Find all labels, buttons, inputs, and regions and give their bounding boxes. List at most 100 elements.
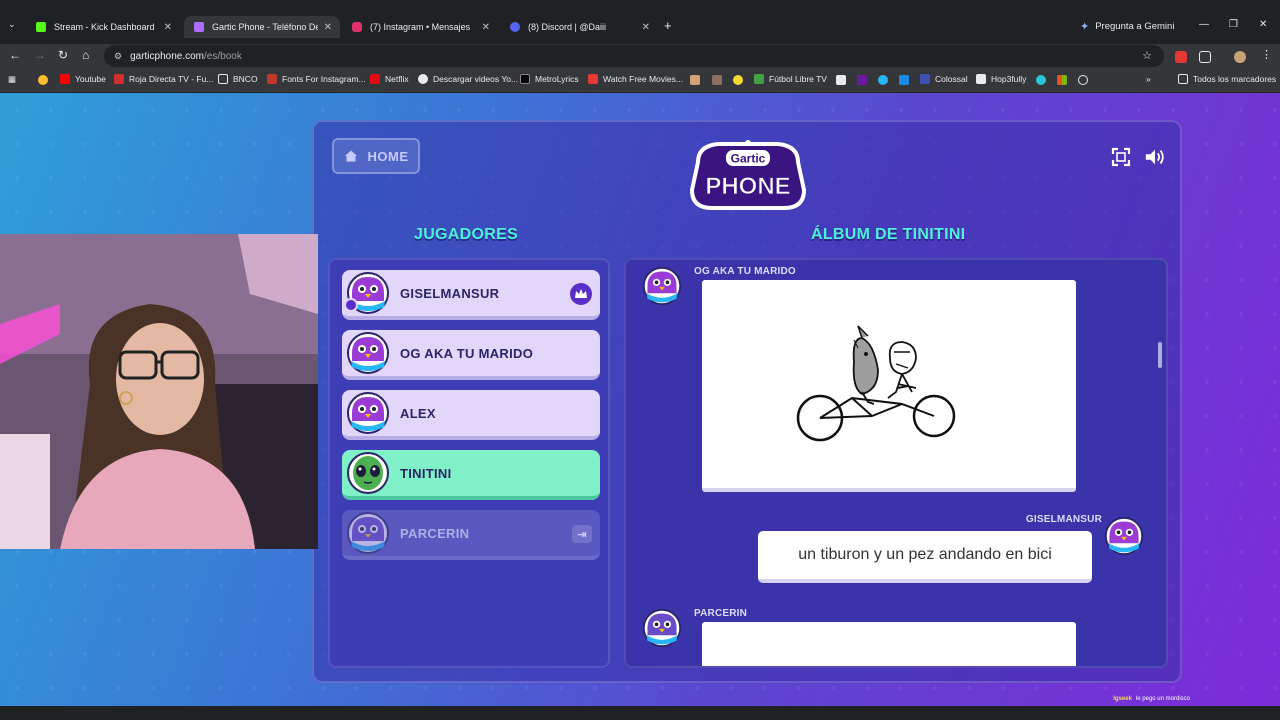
roja-icon [114, 74, 124, 84]
extension-icon[interactable] [1175, 51, 1187, 63]
bookmark-icon-c[interactable] [733, 75, 743, 85]
bird-avatar-icon [347, 512, 389, 554]
tab-title: (7) Instagram • Mensajes [370, 22, 471, 32]
bookmark-futbol-libre[interactable]: Fútbol Libre TV [754, 74, 827, 84]
youtube-icon [60, 74, 70, 84]
extensions-puzzle-icon[interactable] [1199, 51, 1211, 63]
bookmark-icon-e[interactable] [878, 75, 888, 85]
player-card-parcerin[interactable]: PARCERIN ⇥ [342, 510, 600, 560]
bookmark-hop3fully[interactable]: Hop3fully [976, 74, 1026, 84]
entry-author: PARCERIN [694, 608, 748, 619]
bookmark-star-icon[interactable]: ☆ [1142, 49, 1152, 62]
bookmark-bnco[interactable]: BNCO [218, 74, 258, 84]
bookmark-icon-b[interactable] [712, 75, 722, 85]
bookmark-icon-a[interactable] [690, 75, 700, 85]
close-icon[interactable]: ✕ [482, 22, 490, 33]
close-icon[interactable]: ✕ [324, 22, 332, 33]
bookmark-descargar[interactable]: Descargar videos Yo... [418, 74, 518, 84]
tab-discord[interactable]: (8) Discord | @Daiii ✕ [500, 16, 658, 38]
bookmark-netflix[interactable]: Netflix [370, 74, 409, 84]
bookmark-icon-g[interactable] [1036, 75, 1046, 85]
back-icon[interactable]: ← [9, 48, 21, 62]
url-text: garticphone.com/es/book [130, 50, 242, 62]
player-card-tinitini[interactable]: TINITINI [342, 450, 600, 500]
restore-icon[interactable]: ❐ [1229, 19, 1238, 30]
home-button[interactable]: HOME [332, 138, 420, 174]
volume-icon[interactable] [1144, 146, 1166, 168]
more-bookmarks-icon[interactable]: » [1146, 74, 1151, 84]
fonts-icon [267, 74, 277, 84]
all-bookmarks[interactable]: Todos los marcadores [1178, 74, 1276, 84]
player-card-alex[interactable]: ALEX [342, 390, 600, 440]
fullscreen-icon[interactable] [1110, 146, 1132, 168]
bookmark-roja-directa[interactable]: Roja Directa TV - Fu... [114, 74, 213, 84]
download-icon [418, 74, 428, 84]
player-name: OG AKA TU MARIDO [400, 345, 534, 361]
profile-avatar[interactable] [1234, 51, 1246, 63]
players-list: GISELMANSUR OG AKA TU MARIDO ALEX TINITI… [328, 258, 610, 668]
tab-kick[interactable]: Stream - Kick Dashboard ✕ [26, 16, 180, 38]
player-name: GISELMANSUR [400, 285, 500, 301]
drawing-card [702, 280, 1076, 492]
player-name: PARCERIN [400, 525, 470, 541]
yahoo-icon[interactable] [857, 75, 867, 85]
crown-icon [570, 283, 592, 305]
gemini-label: Pregunta a Gemini [1095, 21, 1175, 32]
player-card-og-aka-tu-marido[interactable]: OG AKA TU MARIDO [342, 330, 600, 380]
home-label: HOME [367, 148, 409, 164]
bird-avatar-icon [642, 608, 682, 648]
host-badge-icon [344, 298, 358, 312]
svg-text:PHONE: PHONE [705, 173, 790, 200]
address-bar[interactable]: ⚙ garticphone.com/es/book ☆ [104, 45, 1164, 67]
webcam-person-image [0, 234, 318, 549]
emoji-bookmark-icon[interactable] [38, 75, 48, 85]
bookmark-watch-free[interactable]: Watch Free Movies... [588, 74, 683, 84]
folder-icon [218, 74, 228, 84]
kick-icon [36, 22, 46, 32]
close-icon[interactable]: ✕ [642, 22, 650, 33]
globe-icon[interactable] [1078, 75, 1088, 85]
player-card-giselmansur[interactable]: GISELMANSUR [342, 270, 600, 320]
minimize-icon[interactable]: — [1199, 19, 1209, 30]
bookmark-icon-f[interactable] [899, 75, 909, 85]
movies-icon [588, 74, 598, 84]
tab-strip: ⌄ Stream - Kick Dashboard ✕ Gartic Phone… [0, 0, 1280, 44]
close-window-icon[interactable]: ✕ [1259, 19, 1267, 30]
player-name: TINITINI [400, 465, 452, 481]
colossal-icon [920, 74, 930, 84]
new-tab-button[interactable]: + [664, 18, 672, 33]
hop3fully-icon [976, 74, 986, 84]
drawing-card [702, 622, 1076, 666]
site-info-icon[interactable]: ⚙ [114, 51, 122, 62]
tab-search-icon[interactable]: ⌄ [8, 19, 16, 30]
discord-icon [510, 22, 520, 32]
bookmark-colossal[interactable]: Colossal [920, 74, 968, 84]
chat-user: lgseek [1113, 696, 1132, 702]
reload-icon[interactable]: ↻ [58, 48, 68, 62]
chat-message: le pego un mordisco [1135, 696, 1190, 702]
entry-author: OG AKA TU MARIDO [694, 266, 796, 277]
scrollbar[interactable] [1158, 342, 1162, 368]
netflix-icon [370, 74, 380, 84]
metrolyrics-icon [520, 74, 530, 84]
bookmarks-bar: ▦ Youtube Roja Directa TV - Fu... BNCO F… [0, 68, 1280, 92]
gemini-button[interactable]: ✦ Pregunta a Gemini [1080, 20, 1174, 33]
tab-instagram[interactable]: (7) Instagram • Mensajes ✕ [342, 16, 498, 38]
bookmark-metrolyrics[interactable]: MetroLyrics [520, 74, 579, 84]
entry-author: GISELMANSUR [1025, 514, 1102, 525]
webcam-overlay [0, 234, 318, 549]
tab-gartic[interactable]: Gartic Phone - Teléfono Descon ✕ [184, 16, 340, 38]
microsoft-icon[interactable] [1057, 75, 1067, 85]
forward-icon[interactable]: → [34, 48, 46, 62]
home-icon[interactable]: ⌂ [82, 48, 89, 62]
bookmark-fonts[interactable]: Fonts For Instagram... [267, 74, 366, 84]
apps-grid-icon[interactable]: ▦ [8, 74, 16, 85]
tab-title: Stream - Kick Dashboard [54, 22, 155, 32]
album-feed[interactable]: OG AKA TU MARIDO GISELMANSUR un tiburon … [624, 258, 1168, 668]
tab-title: (8) Discord | @Daiii [528, 22, 606, 32]
close-icon[interactable]: ✕ [164, 22, 172, 33]
menu-kebab-icon[interactable]: ⋮ [1261, 48, 1272, 61]
bookmark-icon-d[interactable] [836, 75, 846, 85]
bird-avatar-icon [347, 392, 389, 434]
bookmark-youtube[interactable]: Youtube [60, 74, 106, 84]
